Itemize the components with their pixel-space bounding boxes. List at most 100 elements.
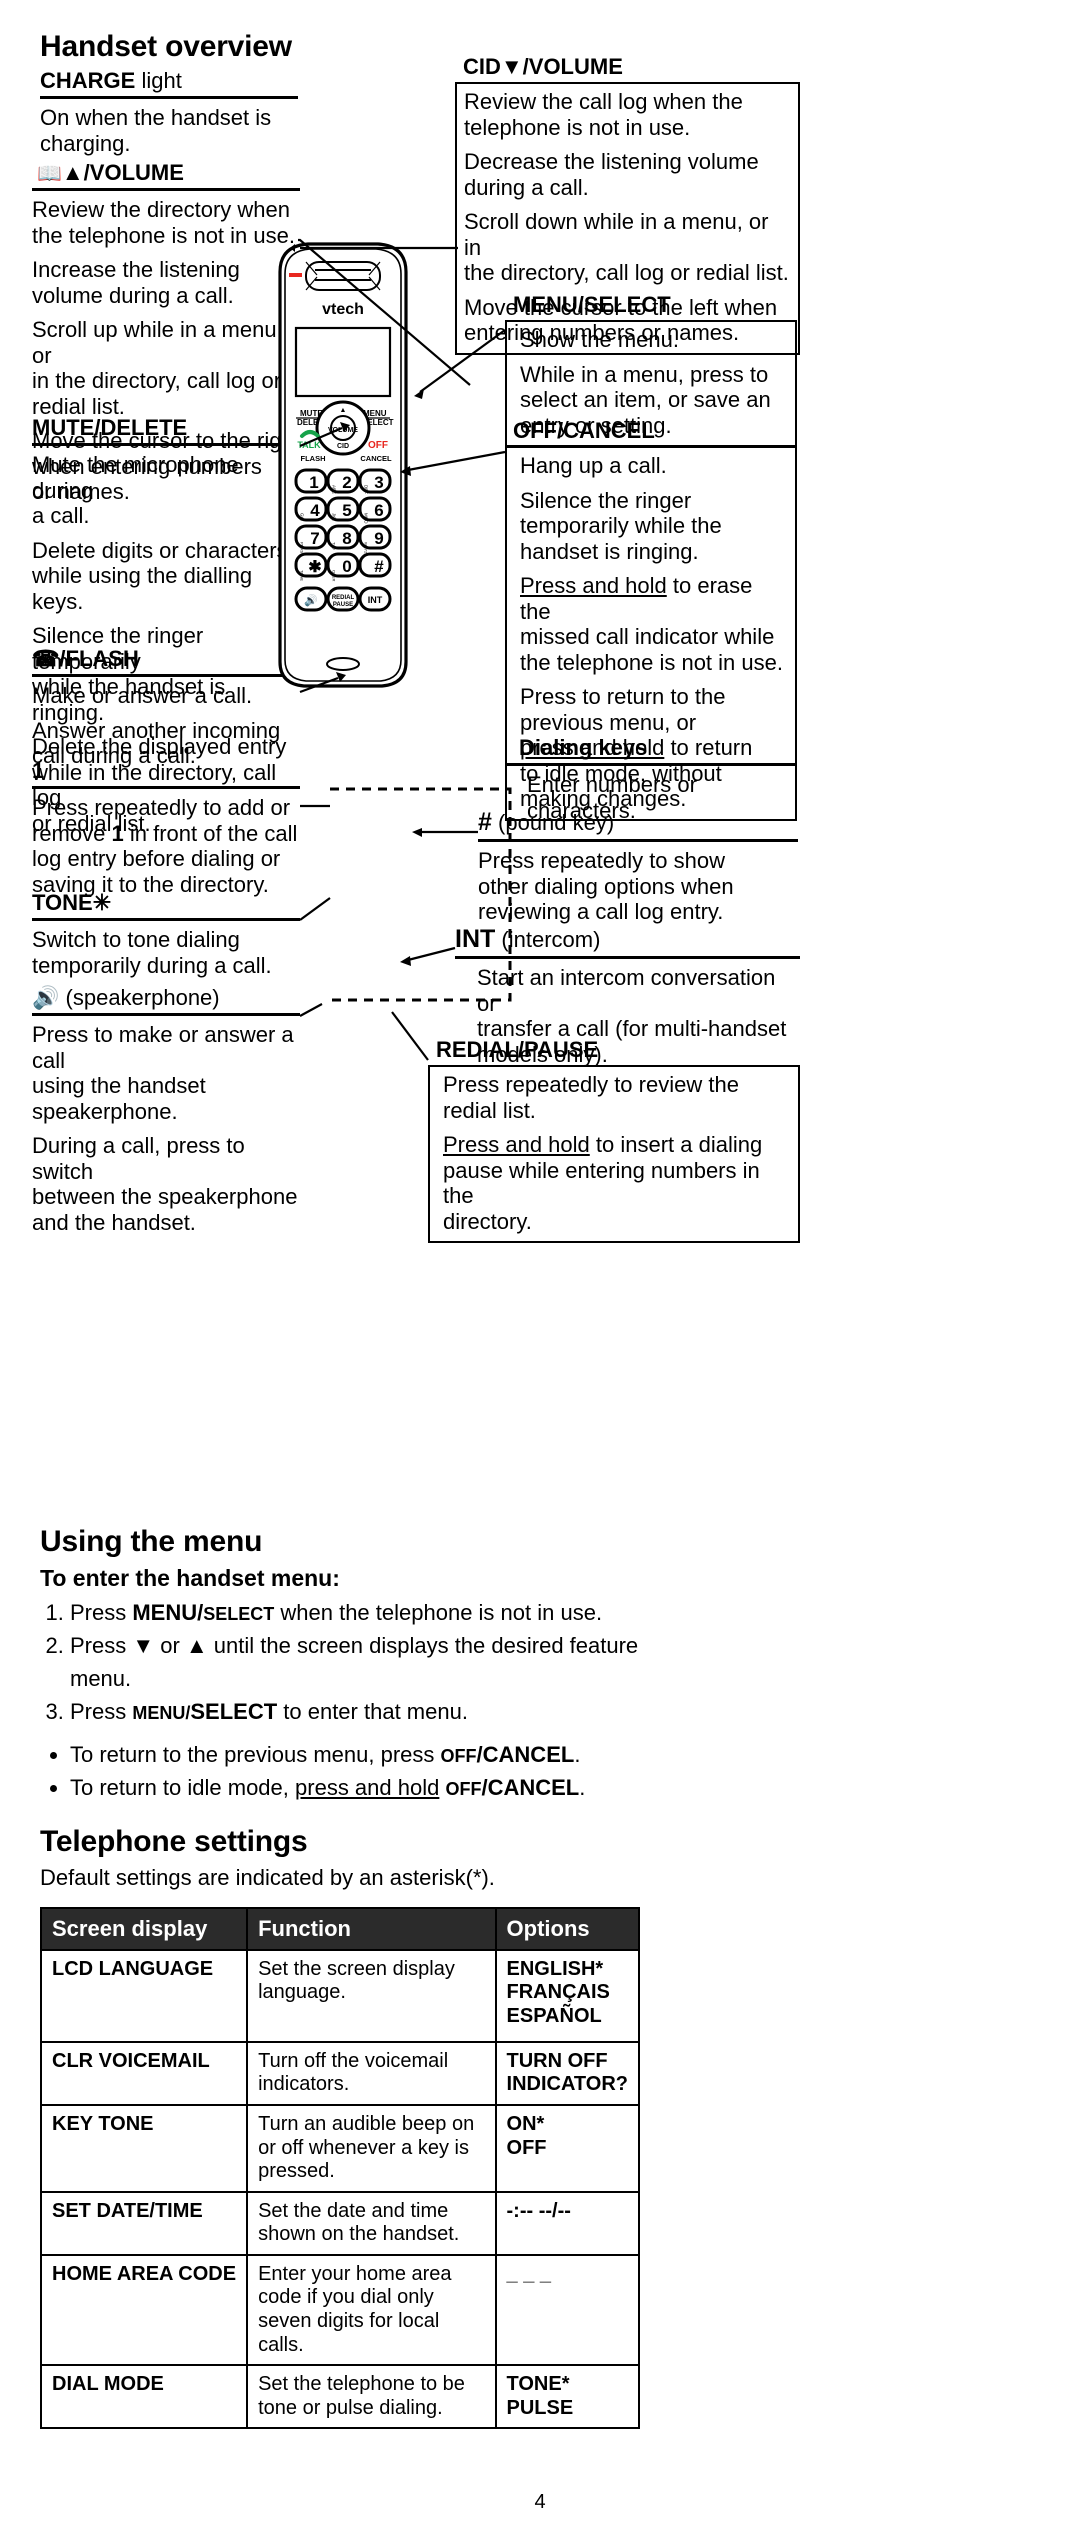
cell-screen-display: DIAL MODE [39,2364,249,2430]
lcd-screen [294,326,392,398]
cell-options: TURN OFF INDICATOR? [494,2040,641,2106]
using-menu-bullets: To return to the previous menu, press OF… [40,1738,650,1804]
table-row: HOME AREA CODE Enter your home area code… [39,2253,641,2367]
flash-key-label: FLASH [301,454,326,463]
svg-text:PQRS: PQRS [300,542,305,554]
svg-text:4: 4 [310,501,320,520]
cell-function: Set the date and time shown on the hands… [246,2190,497,2256]
telephone-settings-section: Telephone settings Default settings are … [39,1825,641,2430]
callout-body: Make or answer a call. Answer another in… [32,674,300,769]
callout-speakerphone: 🔊 (speakerphone) Press to make or answer… [32,985,300,1235]
keypad[interactable]: 1 2 ABC 3 DEF 4 GHI 5 JKL 6 MNO 7 PQRS 8… [294,468,392,581]
svg-text:MNO: MNO [364,513,369,524]
cell-options: -:-- --/-- [494,2190,641,2256]
callout-tone-star: TONE✳ Switch to tone dialing temporarily… [32,890,300,978]
cell-options: _ _ _ [494,2253,641,2367]
off-key-label[interactable]: OFF [368,440,388,451]
table-row: LCD LANGUAGE Set the screen display lang… [39,1948,641,2043]
key-8[interactable]: 8 TUV [326,524,360,550]
callout-body: On when the handset is charging. [40,96,298,156]
telephone-settings-table: Screen display Function Options LCD LANG… [39,1906,641,2430]
callout-line: Show the menu. [520,327,679,352]
key-1[interactable]: 1 [294,468,328,494]
cell-function: Enter your home area code if you dial on… [246,2253,497,2367]
cancel-key-label: CANCEL [360,454,392,463]
callout-line: Switch to tone dialing temporarily durin… [32,927,272,978]
key-3[interactable]: 3 DEF [358,468,392,494]
callout-talk-flash: ☎/FLASH Make or answer a call. Answer an… [32,646,300,769]
svg-text:6: 6 [374,501,383,520]
callout-label: REDIAL/PAUSE [436,1037,599,1062]
using-menu-subheading: To enter the handset menu: [40,1565,340,1591]
nav-cid-label: CID [337,443,349,450]
talk-key-label[interactable]: TALK [297,440,321,450]
key-redial-pause[interactable]: REDIAL PAUSE [326,586,360,612]
callout-body: Switch to tone dialing temporarily durin… [32,918,300,978]
svg-text:WXYZ: WXYZ [364,542,369,554]
callout-label: INT (intercom) [455,925,601,953]
svg-text:2: 2 [342,473,351,492]
col-options: Options [494,1906,641,1951]
key-5[interactable]: 5 JKL [326,496,360,522]
star-key-icon: ✳ [92,890,112,915]
callout-line: Decrease the listening volume during a c… [464,149,759,200]
key-pound[interactable]: # [358,552,392,578]
key-4[interactable]: 4 GHI [294,496,328,522]
cell-screen-display: HOME AREA CODE [39,2253,249,2367]
key-6[interactable]: 6 MNO [358,496,392,524]
svg-text:9: 9 [374,529,383,548]
svg-text:7: 7 [310,529,319,548]
callout-redial-pause: REDIAL/PAUSE Press repeatedly to review … [428,1037,800,1244]
callout-body: Press repeatedly to show other dialing o… [478,839,798,925]
key-speakerphone[interactable]: 🔊 [294,586,328,612]
svg-text:PAUSE: PAUSE [333,602,353,608]
callout-line: Review the call log when the telephone i… [464,89,743,140]
cell-function: Set the telephone to be tone or pulse di… [246,2364,497,2430]
svg-text:OPER: OPER [332,570,337,581]
callout-line: Press and hold to erase the missed call i… [520,573,783,675]
callout-line: Increase the listening volume during a c… [32,257,240,308]
cell-options: TONE* PULSE [494,2364,641,2430]
svg-text:DEF: DEF [364,485,369,494]
page-number: 4 [534,2491,546,2513]
table-row: KEY TONE Turn an audible beep on or off … [39,2103,641,2193]
key-int[interactable]: INT [358,586,392,612]
using-menu-section: Using the menu To enter the handset menu… [40,1525,650,1804]
svg-text:INT: INT [368,595,383,605]
callout-body: Press repeatedly to add or remove 1 in fr… [32,786,300,897]
callout-line: Scroll up while in a menu, or in the dir… [32,317,283,419]
telephone-settings-note: Default settings are indicated by an ast… [40,1865,495,1890]
callout-label: 📖▲/VOLUME [37,160,184,185]
callout-label: MENU/SELECT [513,292,671,317]
callout-label: CID▼/VOLUME [463,54,623,79]
svg-text:#: # [374,557,384,576]
page-title: Handset overview [40,30,292,63]
key-2[interactable]: 2 ABC [326,468,360,495]
handset-illustration: vtech MUTE DELETE MENU SELECT ▲ VOLUME C… [278,242,408,688]
callout-line: Delete digits or characters while using … [32,537,288,614]
bullet-item: To return to idle mode, press and hold O… [70,1771,650,1804]
callout-label: OFF/CANCEL [513,418,655,443]
callout-line: During a call, press to switch between t… [32,1133,298,1235]
earpiece [305,261,381,291]
callout-line: Press to make or answer a call using the… [32,1022,294,1124]
svg-text:REDIAL: REDIAL [332,595,355,601]
svg-text:TONE: TONE [300,570,305,581]
using-menu-heading: Using the menu [40,1525,263,1558]
step-item: Press MENU/SELECT when the telephone is … [70,1596,650,1629]
callout-line: Silence the ringer temporarily while the… [520,487,722,564]
svg-text:8: 8 [342,529,351,548]
nav-volume-label: VOLUME [328,427,358,434]
table-row: CLR VOICEMAIL Turn off the voicemail ind… [39,2040,641,2106]
callout-label: CHARGE light [40,68,182,93]
speaker-icon: 🔊 [32,985,60,1010]
callout-label: 🔊 (speakerphone) [32,985,220,1010]
callout-body: Press repeatedly to review the redial li… [428,1065,800,1244]
callout-one-key: 1 Press repeatedly to add or remove 1 in … [32,758,300,897]
cell-function: Turn off the voicemail indicators. [246,2040,497,2106]
cell-options: ENGLISH* FRANÇAIS ESPAÑOL [494,1948,641,2043]
col-screen-display: Screen display [39,1906,249,1951]
callout-line: Mute the microphone during a call. [32,452,239,529]
brand-logo: vtech [322,301,364,318]
manual-page: Handset overview CHARGE light On when th… [0,0,1080,2536]
